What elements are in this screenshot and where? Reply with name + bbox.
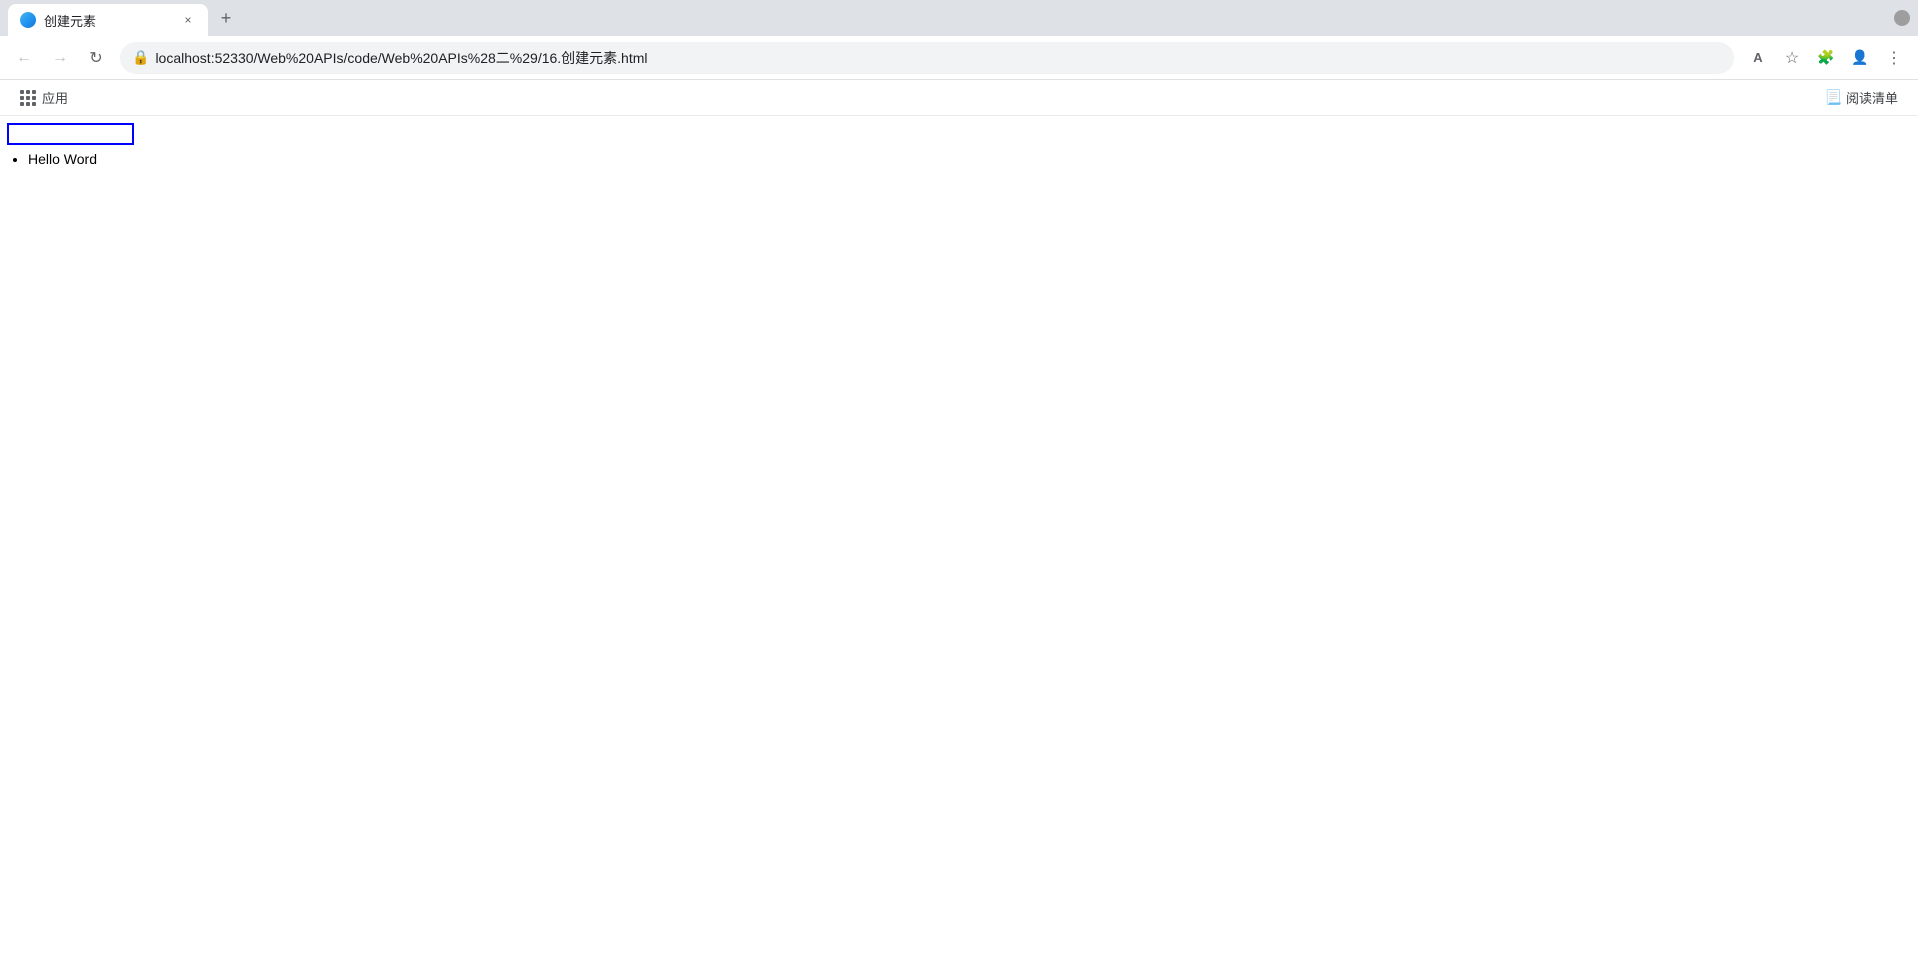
page-list: Hello Word <box>28 148 1910 170</box>
bookmarks-bar: 应用 📃 阅读清单 <box>0 80 1918 116</box>
back-button[interactable]: ← <box>8 42 40 74</box>
bookmark-button[interactable]: ☆ <box>1776 42 1808 74</box>
address-bar[interactable]: 🔒 localhost:52330/Web%20APIs/code/Web%20… <box>120 42 1734 74</box>
profile-button[interactable]: 👤 <box>1844 42 1876 74</box>
back-icon: ← <box>16 49 32 67</box>
active-tab[interactable]: 创建元素 × <box>8 4 208 36</box>
address-text: localhost:52330/Web%20APIs/code/Web%20AP… <box>155 48 1722 68</box>
extensions-icon: 🧩 <box>1817 49 1834 66</box>
forward-icon: → <box>52 49 68 67</box>
apps-label: 应用 <box>42 88 68 107</box>
tab-bar-right <box>1894 10 1910 26</box>
extensions-button[interactable]: 🧩 <box>1810 42 1842 74</box>
apps-grid-icon <box>20 90 36 106</box>
apps-button[interactable]: 应用 <box>12 84 76 111</box>
reader-mode-button[interactable]: 📃 阅读清单 <box>1817 84 1906 111</box>
tab-close-button[interactable]: × <box>180 12 196 28</box>
menu-button[interactable]: ⋮ <box>1878 42 1910 74</box>
lock-icon: 🔒 <box>132 49 149 66</box>
reload-icon: ↻ <box>89 48 102 68</box>
forward-button[interactable]: → <box>44 42 76 74</box>
tab-bar: 创建元素 × + <box>0 0 1918 36</box>
window-minimize[interactable] <box>1894 10 1910 26</box>
new-tab-button[interactable]: + <box>212 4 240 32</box>
nav-right-buttons: A ☆ 🧩 👤 ⋮ <box>1742 42 1910 74</box>
nav-bar: ← → ↻ 🔒 localhost:52330/Web%20APIs/code/… <box>0 36 1918 80</box>
translate-icon: A <box>1753 50 1762 65</box>
reload-button[interactable]: ↻ <box>80 42 112 74</box>
browser-chrome: 创建元素 × + ← → ↻ 🔒 localhost:52330/Web%20A… <box>0 0 1918 116</box>
tab-favicon-icon <box>20 12 36 28</box>
translate-button[interactable]: A <box>1742 42 1774 74</box>
profile-icon: 👤 <box>1851 49 1868 66</box>
bookmark-star-icon: ☆ <box>1785 48 1799 68</box>
tab-title: 创建元素 <box>44 11 172 30</box>
page-text-input[interactable] <box>8 124 133 144</box>
page-content: Hello Word <box>0 116 1918 977</box>
reader-mode-label: 阅读清单 <box>1846 88 1898 107</box>
menu-dots-icon: ⋮ <box>1886 48 1902 68</box>
list-item: Hello Word <box>28 148 1910 170</box>
reader-mode-icon: 📃 <box>1825 89 1842 106</box>
